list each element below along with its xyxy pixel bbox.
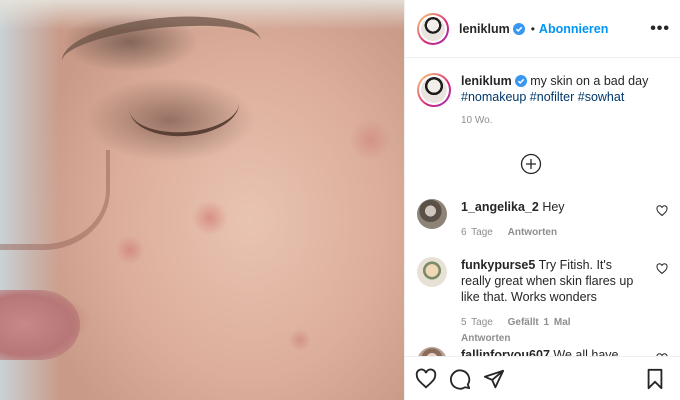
commenter-avatar[interactable] [417, 347, 447, 356]
caption-avatar[interactable] [417, 73, 451, 107]
photo-nose [0, 150, 110, 250]
comment-age: 6 Tage [461, 227, 493, 238]
heart-icon[interactable] [656, 205, 668, 217]
post-header: leniklum • Abonnieren ••• [405, 0, 680, 58]
comment-item: funkypurse5 Try Fitish. It's really grea… [417, 257, 668, 347]
comment-text: We all have [553, 348, 619, 356]
author-username[interactable]: leniklum [459, 22, 510, 36]
post-sidebar: leniklum • Abonnieren ••• leniklum my sk… [404, 0, 680, 400]
reply-button[interactable]: Antworten [508, 227, 557, 238]
reply-button[interactable]: Antworten [461, 333, 510, 344]
comment-item: fallinforyou607 We all have [417, 347, 668, 356]
post-photo[interactable] [0, 0, 404, 400]
post-caption: leniklum my skin on a bad day #nomakeup … [405, 59, 680, 129]
commenter-avatar[interactable] [417, 199, 447, 229]
heart-icon[interactable] [415, 368, 437, 390]
photo-closed-eye [128, 96, 242, 140]
share-icon[interactable] [483, 368, 505, 390]
caption-age: 10 Wo. [461, 115, 493, 126]
comment-age: 5 Tage [461, 317, 493, 328]
author-avatar[interactable] [417, 12, 449, 45]
verified-badge-icon [512, 22, 525, 35]
commenter-username[interactable]: funkypurse5 [461, 258, 535, 272]
bookmark-icon[interactable] [644, 368, 666, 390]
caption-username[interactable]: leniklum [461, 74, 512, 88]
caption-hashtags[interactable]: #nomakeup #nofilter #sowhat [461, 90, 624, 104]
verified-badge-icon [514, 75, 527, 87]
comment-item: 1_angelika_2 Hey 6 Tage Antworten [417, 199, 668, 241]
commenter-username[interactable]: 1_angelika_2 [461, 200, 539, 214]
more-options-icon[interactable]: ••• [650, 20, 670, 38]
follow-button[interactable]: Abonnieren [539, 22, 608, 36]
header-separator: • [530, 21, 535, 36]
caption-text: my skin on a bad day [530, 74, 649, 88]
post-actions-bar [405, 356, 680, 400]
comments-section: leniklum my skin on a bad day #nomakeup … [405, 59, 680, 356]
comment-likes[interactable]: Gefällt 1 Mal [508, 317, 571, 328]
comment-icon[interactable] [449, 368, 471, 390]
commenter-username[interactable]: fallinforyou607 [461, 348, 550, 356]
commenter-avatar[interactable] [417, 257, 447, 287]
comment-text: Hey [542, 200, 565, 214]
load-more-comments-icon[interactable] [520, 153, 542, 175]
heart-icon[interactable] [656, 263, 668, 275]
instagram-post: leniklum • Abonnieren ••• leniklum my sk… [0, 0, 680, 400]
photo-lips [0, 290, 80, 360]
